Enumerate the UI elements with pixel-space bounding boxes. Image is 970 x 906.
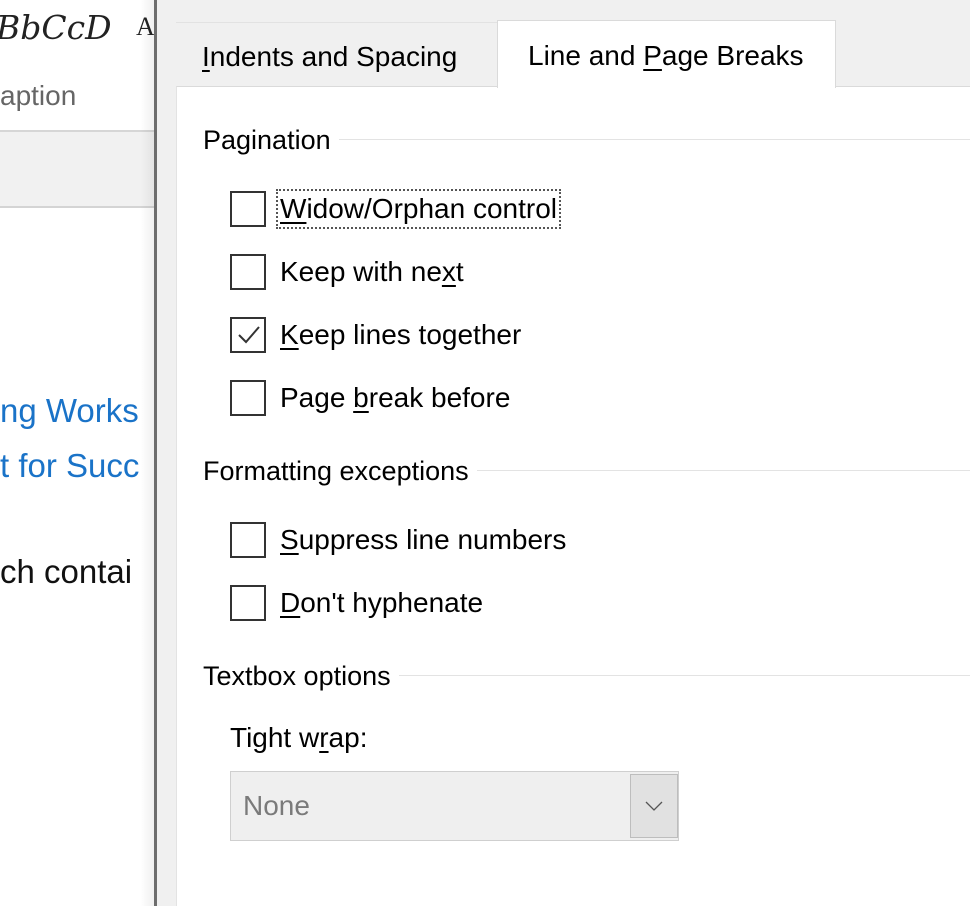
label-part: Keep with ne (280, 256, 442, 287)
tight-wrap-label: Tight wrap: (230, 722, 367, 754)
checkbox-label[interactable]: Keep with next (278, 254, 466, 290)
checkbox-label[interactable]: Don't hyphenate (278, 585, 485, 621)
tab-panel-line-and-page-breaks: Pagination Widow/Orphan control Keep wit… (176, 86, 970, 906)
label-part: eep lines together (298, 319, 522, 350)
keep-lines-together-checkbox[interactable]: Keep lines together (230, 315, 523, 355)
checkbox-label[interactable]: Keep lines together (278, 317, 523, 353)
checkmark-icon (238, 326, 260, 344)
tight-wrap-value: None (243, 790, 310, 821)
label-part: on't hyphenate (300, 587, 484, 618)
background-document: BbCcD A aption ng Works t for Succ ch co… (0, 0, 160, 906)
style-preview-sample[interactable]: BbCcD (0, 8, 112, 47)
tab-line-and-page-breaks[interactable]: Line and Page Breaks (497, 20, 836, 88)
checkbox-box[interactable] (230, 585, 266, 621)
accelerator-key: W (280, 193, 307, 224)
accelerator-key: S (280, 524, 299, 555)
keep-with-next-checkbox[interactable]: Keep with next (230, 252, 466, 292)
checkbox-box[interactable] (230, 254, 266, 290)
checkbox-box[interactable] (230, 317, 266, 353)
label-part: Page (280, 382, 354, 413)
accelerator-key: b (353, 382, 369, 413)
tab-label-part: age Breaks (661, 40, 804, 71)
group-label-formatting-exceptions: Formatting exceptions (203, 456, 477, 487)
styles-gallery: BbCcD A aption (0, 0, 160, 132)
checkbox-box[interactable] (230, 191, 266, 227)
accelerator-key: r (319, 722, 329, 753)
checkbox-label[interactable]: Widow/Orphan control (275, 189, 562, 229)
tab-label-part: Line and (528, 40, 644, 71)
ribbon-bar (0, 132, 160, 208)
group-label-textbox-options: Textbox options (203, 661, 399, 692)
accelerator-key: D (280, 587, 301, 618)
tab-indents-and-spacing[interactable]: Indents and Spacing (176, 22, 498, 86)
label-part: uppress line numbers (298, 524, 567, 555)
document-heading-line-2: t for Succ (0, 447, 140, 484)
accelerator-key: K (280, 319, 299, 350)
tight-wrap-dropdown[interactable]: None (230, 771, 679, 841)
accelerator-key: x (441, 256, 456, 287)
page-break-before-checkbox[interactable]: Page break before (230, 378, 512, 418)
paragraph-dialog: Indents and Spacing Line and Page Breaks… (157, 0, 970, 906)
chevron-down-icon (645, 801, 663, 811)
checkbox-label[interactable]: Suppress line numbers (278, 522, 568, 558)
checkbox-label[interactable]: Page break before (278, 380, 512, 416)
tab-label-part: ndents and Spacing (209, 41, 458, 72)
dialog-shadow (140, 0, 154, 906)
label-part: Tight w (230, 722, 320, 753)
dropdown-button[interactable] (630, 774, 678, 838)
suppress-line-numbers-checkbox[interactable]: Suppress line numbers (230, 520, 568, 560)
checkbox-box[interactable] (230, 380, 266, 416)
label-part: t (455, 256, 464, 287)
group-label-pagination: Pagination (203, 125, 339, 156)
tab-accelerator-key: I (202, 41, 210, 72)
widow-orphan-control-checkbox[interactable]: Widow/Orphan control (230, 189, 562, 229)
checkbox-box[interactable] (230, 522, 266, 558)
label-part: ap: (328, 722, 368, 753)
label-part: idow/Orphan control (306, 193, 558, 224)
document-heading-line-1: ng Works (0, 392, 139, 429)
document-body-text: ch contai (0, 553, 133, 590)
tab-accelerator-key: P (643, 40, 662, 71)
style-name-caption[interactable]: aption (0, 80, 76, 112)
dont-hyphenate-checkbox[interactable]: Don't hyphenate (230, 583, 485, 623)
label-part: reak before (368, 382, 511, 413)
